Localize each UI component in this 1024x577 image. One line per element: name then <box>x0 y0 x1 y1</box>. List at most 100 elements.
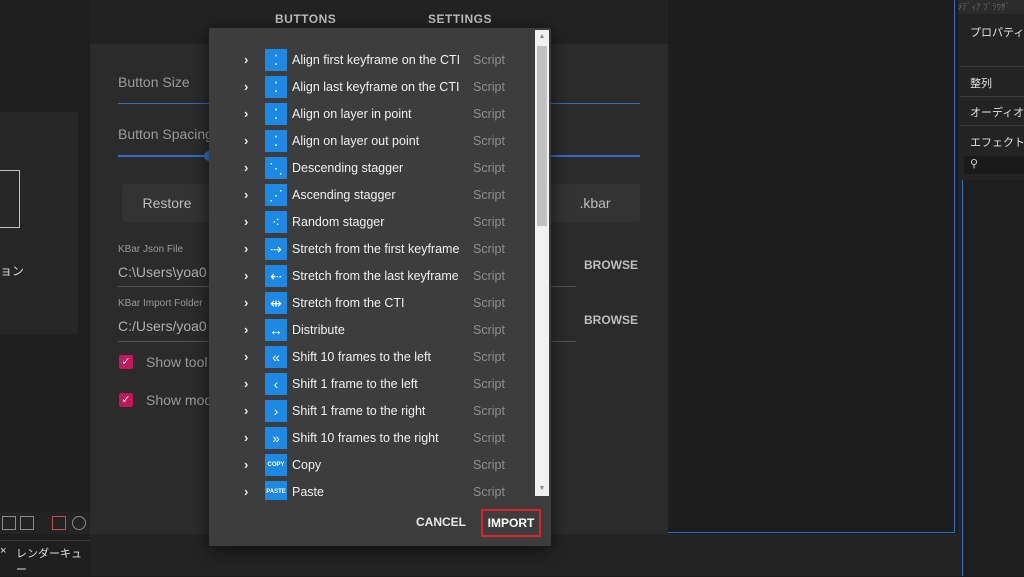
item-type: Script <box>473 53 505 67</box>
list-item[interactable]: › ⁚ Align on layer in point Script <box>209 100 535 127</box>
gear-icon[interactable] <box>72 516 86 530</box>
left-panel-thumbnail <box>0 170 20 228</box>
chevron-right-icon[interactable]: › <box>244 322 248 337</box>
toolbar-icon[interactable] <box>2 516 16 530</box>
tab-buttons[interactable]: BUTTONS <box>275 12 336 26</box>
item-type: Script <box>473 458 505 472</box>
ascending-stagger-icon: ⋰ <box>265 184 287 206</box>
close-icon[interactable]: × <box>0 545 6 557</box>
chevron-right-icon[interactable]: › <box>244 484 248 499</box>
chevron-right-icon[interactable]: › <box>244 52 248 67</box>
chevron-right-icon[interactable]: › <box>244 187 248 202</box>
chevron-right-icon[interactable]: › <box>244 295 248 310</box>
import-folder-field[interactable]: C:/Users/yoa0 <box>118 318 207 334</box>
chevron-right-icon[interactable]: › <box>244 106 248 121</box>
item-name: Stretch from the last keyframe <box>292 269 459 283</box>
list-item[interactable]: › ⁖ Random stagger Script <box>209 208 535 235</box>
cancel-button[interactable]: CANCEL <box>410 510 472 534</box>
item-name: Shift 1 frame to the left <box>292 377 418 391</box>
item-type: Script <box>473 431 505 445</box>
chevron-right-icon[interactable]: › <box>244 241 248 256</box>
chevron-right-icon[interactable]: › <box>244 349 248 364</box>
list-item[interactable]: › » Shift 10 frames to the right Script <box>209 424 535 451</box>
tab-settings[interactable]: SETTINGS <box>428 12 492 26</box>
divider <box>960 96 1024 97</box>
list-item[interactable]: › PASTE Paste Script <box>209 478 535 500</box>
show-tool-checkbox[interactable]: ✓ <box>119 355 133 369</box>
chevron-right-icon[interactable]: › <box>244 268 248 283</box>
list-item[interactable]: › ↔ Distribute Script <box>209 316 535 343</box>
import-button[interactable]: IMPORT <box>481 509 541 537</box>
item-type: Script <box>473 188 505 202</box>
stretch-first-icon: ⇢ <box>265 238 287 260</box>
browse-folder-button[interactable]: BROWSE <box>584 313 638 327</box>
align-layer-out-icon: ⁚ <box>265 130 287 152</box>
show-mod-checkbox[interactable]: ✓ <box>119 393 133 407</box>
double-chevron-left-icon: « <box>265 346 287 368</box>
list-item[interactable]: › COPY Copy Script <box>209 451 535 478</box>
script-list[interactable]: › ⁚ Align first keyframe on the CTI Script ›… <box>209 46 535 500</box>
search-icon: ⚲ <box>970 158 979 170</box>
align-last-keyframe-icon: ⁚ <box>265 76 287 98</box>
list-item[interactable]: › ⇢ Stretch from the first keyframe Script <box>209 235 535 262</box>
random-stagger-icon: ⁖ <box>265 211 287 233</box>
composition-panel <box>668 0 955 533</box>
chevron-right-icon[interactable]: › <box>244 160 248 175</box>
restore-button[interactable]: Restore <box>122 184 212 222</box>
align-panel-item[interactable]: 整列 <box>970 75 992 91</box>
chevron-right-icon[interactable]: › <box>244 79 248 94</box>
item-name: Align first keyframe on the CTI <box>292 53 461 67</box>
left-panel-label: ョン <box>0 264 25 278</box>
kbar-export-button[interactable]: .kbar <box>550 184 640 222</box>
chevron-right-icon[interactable]: › <box>244 133 248 148</box>
import-folder-label: KBar Import Folder <box>118 298 203 309</box>
item-type: Script <box>473 242 505 256</box>
audio-panel-item[interactable]: オーディオ <box>970 104 1024 120</box>
item-name: Align last keyframe on the CTI <box>292 80 460 94</box>
browse-json-button[interactable]: BROWSE <box>584 258 638 272</box>
list-item[interactable]: › ⇹ Stretch from the CTI Script <box>209 289 535 316</box>
scroll-down-arrow-icon[interactable]: ▼ <box>535 482 549 496</box>
item-type: Script <box>473 161 505 175</box>
scrollbar-thumb[interactable] <box>537 46 547 226</box>
list-item[interactable]: › ⋱ Descending stagger Script <box>209 154 535 181</box>
chevron-right-icon[interactable]: › <box>244 214 248 229</box>
align-first-keyframe-icon: ⁚ <box>265 49 287 71</box>
list-item[interactable]: › ⁚ Align on layer out point Script <box>209 127 535 154</box>
item-type: Script <box>473 215 505 229</box>
item-name: Descending stagger <box>292 161 404 175</box>
scroll-up-arrow-icon[interactable]: ▲ <box>535 30 549 44</box>
chevron-left-icon: ‹ <box>265 373 287 395</box>
item-type: Script <box>473 323 505 337</box>
list-item[interactable]: › › Shift 1 frame to the right Script <box>209 397 535 424</box>
list-item[interactable]: › ⇠ Stretch from the last keyframe Script <box>209 262 535 289</box>
json-file-field[interactable]: C:\Users\yoa0 <box>118 264 207 280</box>
list-item[interactable]: › ⋰ Ascending stagger Script <box>209 181 535 208</box>
color-icon[interactable] <box>52 516 66 530</box>
item-type: Script <box>473 80 505 94</box>
chevron-right-icon[interactable]: › <box>244 403 248 418</box>
list-item[interactable]: › ⁚ Align first keyframe on the CTI Script <box>209 46 535 73</box>
effects-panel-item[interactable]: エフェクト＆ <box>970 134 1024 150</box>
item-name: Ascending stagger <box>292 188 396 202</box>
button-spacing-label: Button Spacing <box>118 126 213 142</box>
chevron-right-icon[interactable]: › <box>244 376 248 391</box>
list-item[interactable]: › « Shift 10 frames to the left Script <box>209 343 535 370</box>
item-type: Script <box>473 377 505 391</box>
item-name: Stretch from the CTI <box>292 296 405 310</box>
chevron-right-icon[interactable]: › <box>244 457 248 472</box>
stretch-cti-icon: ⇹ <box>265 292 287 314</box>
properties-panel-title: プロパティ: <box>970 27 1024 39</box>
list-item[interactable]: › ‹ Shift 1 frame to the left Script <box>209 370 535 397</box>
list-item[interactable]: › ⁚ Align last keyframe on the CTI Script <box>209 73 535 100</box>
show-mod-label: Show mod <box>146 392 213 408</box>
chevron-right-icon[interactable]: › <box>244 430 248 445</box>
effects-list <box>962 180 1024 576</box>
distribute-icon: ↔ <box>265 319 287 341</box>
render-queue-tab[interactable]: × レンダーキュー <box>0 540 90 576</box>
right-panel-tabs[interactable]: ﾒﾃﾞｨｱ ﾌﾞﾗｳｻﾞ <box>958 0 1024 14</box>
double-chevron-right-icon: » <box>265 427 287 449</box>
toolbar-icon[interactable] <box>20 516 34 530</box>
align-layer-in-icon: ⁚ <box>265 103 287 125</box>
json-file-label: KBar Json File <box>118 244 184 255</box>
